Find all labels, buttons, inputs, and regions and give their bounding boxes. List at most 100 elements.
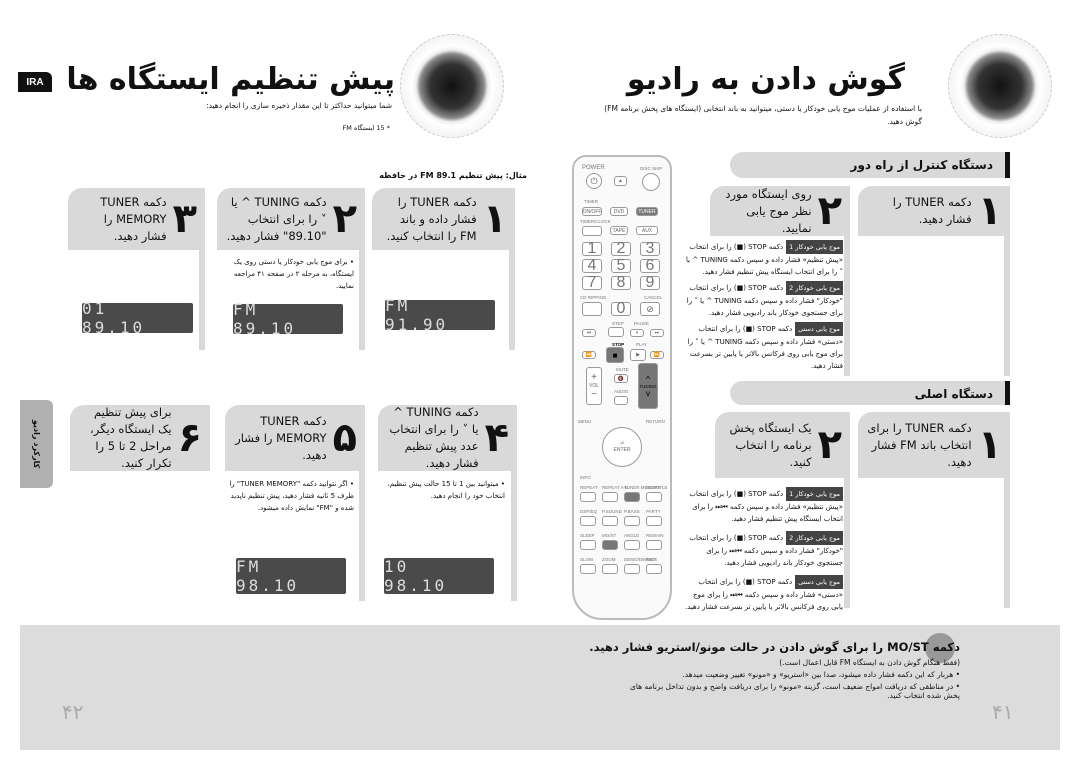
disc-skip-button[interactable] [642, 173, 660, 191]
power-label: POWER [582, 165, 605, 171]
remote-step-2: ۲ روی ایستگاه مورد نظر موج یابی نمایید. [710, 186, 850, 236]
play-button[interactable]: ▶ [630, 349, 646, 361]
step-number: ۱ [977, 188, 1002, 234]
dsp-eq-label: DSP/EQ [580, 509, 598, 514]
side-tab-label: کارکرد رادیو [32, 419, 41, 469]
tuning-note: موج یابی دستیدکمه STOP (■) را برای انتخا… [683, 575, 843, 613]
step-label: STEP [612, 321, 624, 326]
zoom-button[interactable] [602, 564, 618, 574]
eject-button[interactable]: ▲ [614, 176, 627, 186]
digit-button[interactable]: 7 [582, 274, 602, 291]
most-label: MO/ST [602, 533, 617, 538]
step-note: • برای موج یابی خودکار یا دستی روی یک ای… [233, 258, 354, 290]
step-text: دکمه TUNER را فشار داده و باند FM را انت… [386, 194, 477, 243]
digit-button[interactable]: 0 [611, 300, 631, 317]
psound-button[interactable] [602, 516, 618, 526]
remote-step-1: ۱ دکمه TUNER را فشار دهید. [858, 186, 1010, 236]
remain-button[interactable] [646, 540, 662, 550]
step-2: ۲ دکمه TUNING ^ یا ˅ را برای انتخاب "89.1… [217, 188, 365, 250]
rec-label: REC [646, 557, 656, 562]
slow-button[interactable] [580, 564, 596, 574]
digit-button[interactable]: 4 [582, 257, 602, 274]
page-subtitle: شما میتوانید حداکثر تا این مقدار ذخیره س… [206, 101, 392, 110]
stop-button[interactable]: ■ [606, 347, 624, 363]
lcd-display: 01 89.10 [82, 299, 193, 337]
audio-button[interactable] [614, 396, 628, 405]
angle-button[interactable] [624, 540, 640, 550]
step-4: ۴ دکمه TUNING ^ یا ˅ را برای انتخاب عدد پ… [378, 405, 517, 471]
step-number: ۱ [977, 422, 1002, 468]
tuner-memory-button[interactable] [624, 492, 640, 502]
dsp-eq-button[interactable] [580, 516, 596, 526]
volume-rocker[interactable]: + VOL − [586, 367, 602, 405]
divider [359, 471, 365, 601]
disc-skip-label: DISC SKIP [640, 166, 663, 171]
step-6: ۶ برای پیش تنظیم یک ایستگاه دیگر، مراحل 2… [70, 405, 210, 471]
subtitle-button[interactable] [646, 492, 662, 502]
remain-label: REMAIN [646, 533, 664, 538]
digit-button[interactable]: 8 [611, 274, 631, 291]
tuning-note: موج یابی خودکار 1دکمه STOP (■) را برای ا… [683, 487, 843, 525]
return-label: RETURN [646, 419, 665, 424]
tuning-note: موج یابی دستیدکمه STOP (■) را برای انتخا… [683, 322, 843, 372]
divider [359, 250, 365, 350]
step-text: روی ایستگاه مورد نظر موج یابی نمایید. [725, 186, 812, 235]
dvd-button[interactable]: DVD [610, 207, 628, 216]
power-button[interactable]: ⏻ [586, 173, 602, 189]
tuning-rocker[interactable]: ^ TUNING ˅ [638, 363, 658, 409]
digit-button[interactable]: 9 [640, 274, 660, 291]
tape-button[interactable]: TAPE [610, 226, 628, 235]
digit-button[interactable]: 1 [582, 240, 602, 257]
repeat-label: REPEAT [580, 485, 598, 490]
sleep-label: SLEEP [580, 533, 595, 538]
aux-button[interactable]: AUX [636, 226, 658, 235]
speaker-image [400, 34, 504, 138]
digit-button[interactable]: 5 [611, 257, 631, 274]
mono-stereo-note: دکمه MO/ST را برای گوش دادن در حالت مونو… [200, 640, 960, 700]
fast-forward-button[interactable]: ⏩ [650, 351, 664, 359]
step-number: ۳ [172, 196, 197, 242]
divider [844, 478, 850, 608]
timer-clock-button[interactable] [582, 226, 602, 236]
step-button[interactable] [608, 327, 624, 337]
step-text: دکمه TUNING ^ یا ˅ را برای انتخاب عدد پی… [389, 405, 479, 470]
digit-button[interactable]: 3 [640, 240, 660, 257]
cancel-button[interactable]: ⊘ [640, 302, 660, 316]
mute-button[interactable]: 🔇 [614, 374, 628, 383]
divider [1004, 236, 1010, 376]
skip-back-button[interactable]: ⏮ [582, 329, 596, 337]
lcd-display: FM 89.10 [233, 300, 343, 338]
party-button[interactable] [646, 516, 662, 526]
tuner-button[interactable]: TUNER [636, 207, 658, 216]
step-text: دکمه TUNER MEMORY را فشار دهید. [235, 413, 327, 462]
vol-label: VOL [588, 383, 599, 389]
step-number: ۴ [484, 415, 509, 461]
repeat-ab-button[interactable] [602, 492, 618, 502]
demo-button[interactable] [624, 564, 640, 574]
most-button[interactable] [602, 540, 618, 550]
rewind-button[interactable]: ⏪ [582, 351, 596, 359]
dpad-enter-button[interactable]: ⏎ ENTER [602, 427, 642, 467]
step-number: ۶ [177, 415, 202, 461]
skip-forward-button[interactable]: ⏭ [650, 329, 664, 337]
sleep-button[interactable] [580, 540, 596, 550]
rec-button[interactable] [646, 564, 662, 574]
speaker-image [948, 34, 1052, 138]
page-number: ۴۲ [62, 700, 84, 724]
pause-label: PAUSE [634, 321, 649, 326]
step-number: ۲ [817, 422, 842, 468]
digit-button[interactable]: 6 [640, 257, 660, 274]
timer-onoff-button[interactable]: ON/OFF [582, 207, 602, 216]
step-text: دکمه TUNER را فشار دهید. [892, 195, 972, 226]
lcd-display: FM 98.10 [236, 557, 346, 595]
side-tab[interactable]: کارکرد رادیو [20, 400, 53, 488]
repeat-button[interactable] [580, 492, 596, 502]
note-sub: (فقط هنگام گوش دادن به ایستگاه FM قابل ا… [779, 658, 960, 667]
cd-ripping-button[interactable] [582, 302, 602, 316]
digit-button[interactable]: 2 [611, 240, 631, 257]
pause-button[interactable]: ⏸ [630, 329, 644, 337]
pbass-button[interactable] [624, 516, 640, 526]
step-note: • میتوانید بین 1 تا 15 حالت پیش تنظیم، ا… [387, 480, 505, 500]
main-step-1: ۱ دکمه TUNER را برای انتخاب باند FM فشار … [858, 412, 1010, 478]
main-step-2: ۲ یک ایستگاه پخش برنامه را انتخاب کنید. [715, 412, 850, 478]
